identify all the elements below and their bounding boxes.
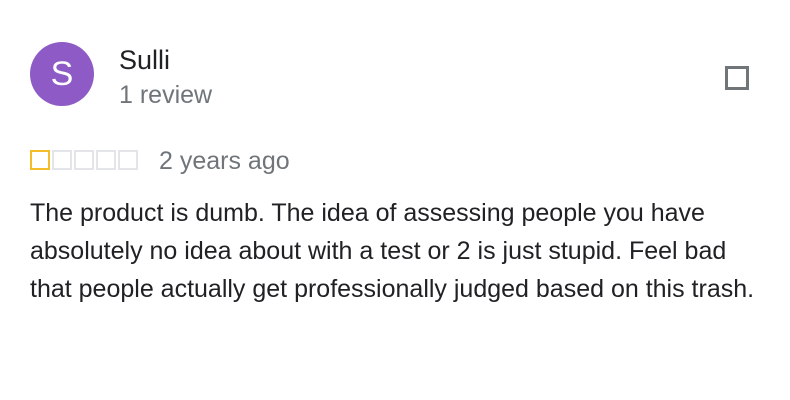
star-icon bbox=[74, 150, 94, 170]
checkbox-icon[interactable] bbox=[725, 66, 749, 90]
reviewer-name[interactable]: Sulli bbox=[119, 43, 170, 77]
review-count[interactable]: 1 review bbox=[119, 79, 212, 111]
star-icon bbox=[30, 150, 50, 170]
star-icon bbox=[96, 150, 116, 170]
avatar[interactable]: S bbox=[30, 42, 94, 106]
star-icon bbox=[118, 150, 138, 170]
review-card: S Sulli 1 review 2 years ago The product… bbox=[0, 0, 790, 400]
star-rating bbox=[30, 150, 138, 170]
star-icon bbox=[52, 150, 72, 170]
review-text: The product is dumb. The idea of assessi… bbox=[30, 199, 755, 303]
review-date: 2 years ago bbox=[159, 147, 290, 175]
